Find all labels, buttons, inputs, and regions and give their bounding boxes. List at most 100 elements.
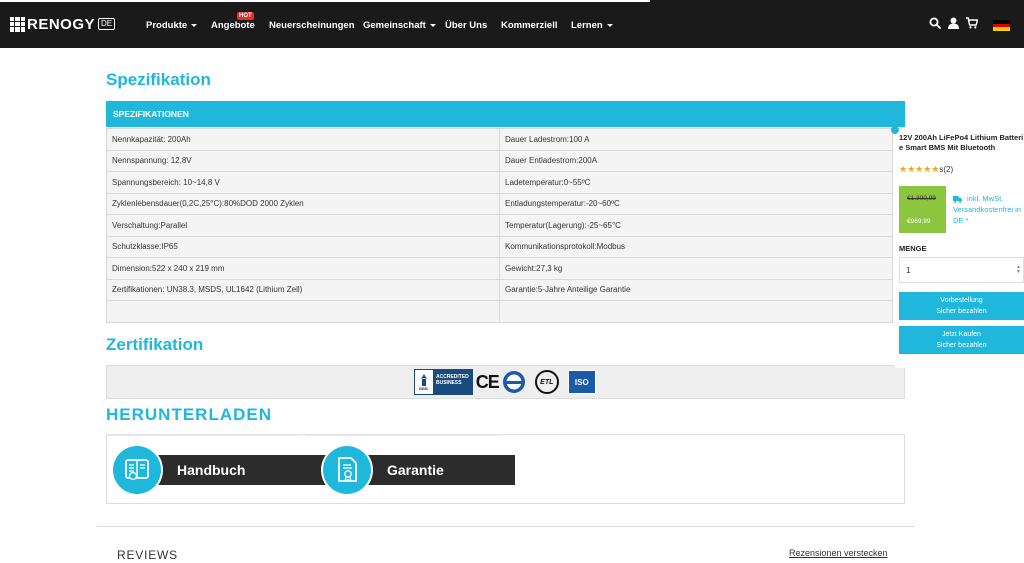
quantity-stepper[interactable]: 1 ▲ ▼ xyxy=(899,257,1024,283)
german-flag-icon[interactable] xyxy=(993,20,1010,31)
buy-now-button[interactable]: Jetzt Kaufen Sicher bezahlen xyxy=(899,326,1024,354)
product-title-line1: 12V 200Ah LiFePo4 Lithium Batteri xyxy=(899,133,1024,142)
spec-section-title: Spezifikation xyxy=(106,70,211,89)
quantity-label: MENGE xyxy=(899,244,927,253)
nav-item-label: Lernen xyxy=(571,20,603,31)
cart-icon[interactable] xyxy=(966,17,978,29)
manual-download-button[interactable]: Handbuch xyxy=(113,445,327,495)
spec-cell: Dauer Entladestrom:200A xyxy=(499,149,893,172)
page-loading-strip xyxy=(0,0,650,2)
rating-stars-icon: ★★★★★ xyxy=(899,164,940,174)
spec-cell: Temperatur(Lagerung):-25~65°C xyxy=(499,214,893,237)
nav-item-lernen[interactable]: Lernen xyxy=(571,0,613,48)
nav-item-produkte[interactable]: Produkte xyxy=(146,0,198,48)
spec-cell: Spannungsbereich: 10~14,8 V xyxy=(106,171,500,194)
chevron-down-icon xyxy=(429,23,436,27)
iso-text: ISO xyxy=(574,377,589,387)
spec-row: Dimension:522 x 240 x 219 mm Gewicht:27,3… xyxy=(106,257,893,280)
rating-count: s(2) xyxy=(939,165,954,174)
search-icon[interactable] xyxy=(929,17,941,29)
bbb-torch-icon xyxy=(421,373,427,386)
spec-cell: Garantie:5-Jahre Anteilige Garantie xyxy=(499,278,893,301)
spec-table: Nennkapazität: 200Ah Dauer Ladestrom:100 … xyxy=(106,128,893,323)
preorder-label: Vorbestellung xyxy=(940,297,983,304)
panel-close-icon[interactable] xyxy=(891,126,899,134)
product-rating[interactable]: ★★★★★s(2) xyxy=(899,164,953,175)
product-title: 12V 200Ah LiFePo4 Lithium Batteri e Smar… xyxy=(899,133,1024,153)
manual-download-label: Handbuch xyxy=(151,455,327,485)
warranty-download-button[interactable]: Garantie xyxy=(323,445,515,495)
nav-item-label: Produkte xyxy=(146,20,188,31)
nav-item-neuerscheinungen[interactable]: Neuerscheinungen xyxy=(269,0,355,48)
spec-cell: Verschaltung:Parallel xyxy=(106,214,500,237)
spec-row: Spannungsbereich: 10~14,8 V Ladetemperatu… xyxy=(106,171,893,194)
buy-now-sublabel: Sicher bezahlen xyxy=(936,342,987,349)
spec-cell: Kommunikationsprotokoll:Modbus xyxy=(499,235,893,258)
reviews-title: REVIEWS xyxy=(117,548,178,562)
warranty-certificate-icon xyxy=(323,446,371,494)
spec-cell: Gewicht:27,3 kg xyxy=(499,257,893,280)
quantity-value: 1 xyxy=(906,265,911,275)
spec-cell: Nennspannung: 12,8V xyxy=(106,149,500,172)
buy-now-label: Jetzt Kaufen xyxy=(942,331,981,338)
truck-icon xyxy=(953,195,962,203)
tax-line3[interactable]: DE * xyxy=(953,215,1024,226)
spec-cell: Ladetemperatur:0~55ºC xyxy=(499,171,893,194)
spec-row: Nennspannung: 12,8V Dauer Entladestrom:20… xyxy=(106,149,893,172)
etl-mark: ETL xyxy=(534,370,559,394)
logo-mark-icon xyxy=(10,16,25,32)
spec-cell: Entladungstemperatur:-20~60ºC xyxy=(499,192,893,215)
nav-item-ueber-uns[interactable]: Über Uns xyxy=(445,0,487,48)
price-old: €1.300,99 xyxy=(907,195,936,202)
spec-cell: Zertifikationen: UN38.3, MSDS, UL1642 (L… xyxy=(106,278,500,301)
etl-text: ETL xyxy=(540,378,554,386)
spec-cell: Dauer Ladestrom:100 A xyxy=(499,128,893,151)
chevron-down-icon xyxy=(191,23,198,27)
tax-line1: inkl. MwSt. xyxy=(967,194,1004,203)
hide-reviews-link[interactable]: Rezensionen verstecken xyxy=(789,548,888,558)
tax-shipping-info: inkl. MwSt. Versandkostenfrei in DE * xyxy=(953,193,1024,226)
certification-logos: BBB. ACCREDITED BUSINESS CE ETL ISO xyxy=(414,369,596,395)
price-current: €969,99 xyxy=(907,218,931,225)
price-badge xyxy=(899,186,946,233)
user-icon[interactable] xyxy=(948,17,959,29)
spec-row: Nennkapazität: 200Ah Dauer Ladestrom:100 … xyxy=(106,128,893,151)
bbb-accredited-logo: BBB. ACCREDITED BUSINESS xyxy=(414,369,473,395)
nav-item-kommerziell[interactable]: Kommerziell xyxy=(501,0,558,48)
preorder-button[interactable]: Vorbestellung Sicher bezahlen xyxy=(899,292,1024,320)
spec-cell: Schutzklasse:IP65 xyxy=(106,235,500,258)
nav-item-label: Über Uns xyxy=(445,20,488,31)
logo-text: RENOGY xyxy=(27,15,96,33)
iso-mark: ISO xyxy=(567,370,596,394)
download-tab-line xyxy=(106,434,300,436)
top-navigation-bar: RENOGY DE Produkte HOT Angebote Neuersch… xyxy=(0,0,1024,48)
ce-mark: CE xyxy=(475,371,500,392)
bbb-small-text: BBB. xyxy=(419,385,429,391)
spec-row: Zyklenlebensdauer(0,2C,25°C):80%DOD 2000… xyxy=(106,192,893,215)
chevron-down-icon xyxy=(606,23,613,27)
nav-item-label: Angebote xyxy=(211,20,255,31)
spec-cell xyxy=(499,300,893,323)
download-tab-line xyxy=(306,434,501,436)
spec-cell xyxy=(106,300,500,323)
renogy-logo[interactable]: RENOGY DE xyxy=(10,15,116,33)
nav-item-label: Gemeinschaft xyxy=(363,20,426,31)
preorder-sublabel: Sicher bezahlen xyxy=(936,308,987,315)
bbb-text-line2: BUSINESS xyxy=(436,380,462,386)
stepper-arrows-icon[interactable]: ▲ ▼ xyxy=(1016,265,1021,275)
spec-table-header: SPEZIFIKATIONEN xyxy=(106,101,905,127)
spec-row: Schutzklasse:IP65 Kommunikationsprotokoll… xyxy=(106,235,893,258)
logo-region-badge: DE xyxy=(98,18,116,30)
spec-row: Verschaltung:Parallel Temperatur(Lagerung… xyxy=(106,214,893,237)
nav-item-gemeinschaft[interactable]: Gemeinschaft xyxy=(363,0,436,48)
warranty-download-label: Garantie xyxy=(361,455,515,485)
download-section-title: HERUNTERLADEN xyxy=(106,405,272,424)
nav-item-label: Neuerscheinungen xyxy=(269,20,355,31)
nav-item-angebote[interactable]: HOT Angebote xyxy=(211,0,255,48)
spec-row: Zertifikationen: UN38.3, MSDS, UL1642 (L… xyxy=(106,278,893,301)
spec-row xyxy=(106,300,893,323)
spec-cell: Zyklenlebensdauer(0,2C,25°C):80%DOD 2000… xyxy=(106,192,500,215)
spec-cell: Nennkapazität: 200Ah xyxy=(106,128,500,151)
tax-line2: Versandkostenfrei in xyxy=(953,205,1021,214)
spec-cell: Dimension:522 x 240 x 219 mm xyxy=(106,257,500,280)
